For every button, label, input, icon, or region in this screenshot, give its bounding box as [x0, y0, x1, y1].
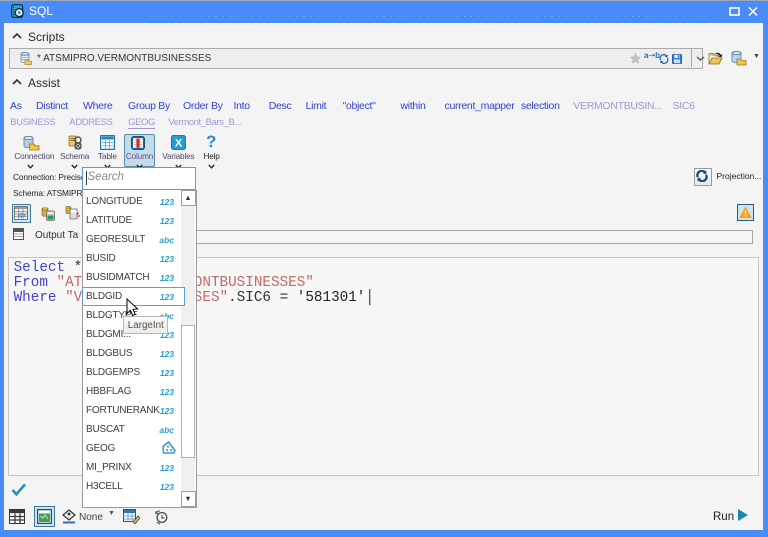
svg-text:X: X: [175, 138, 183, 150]
